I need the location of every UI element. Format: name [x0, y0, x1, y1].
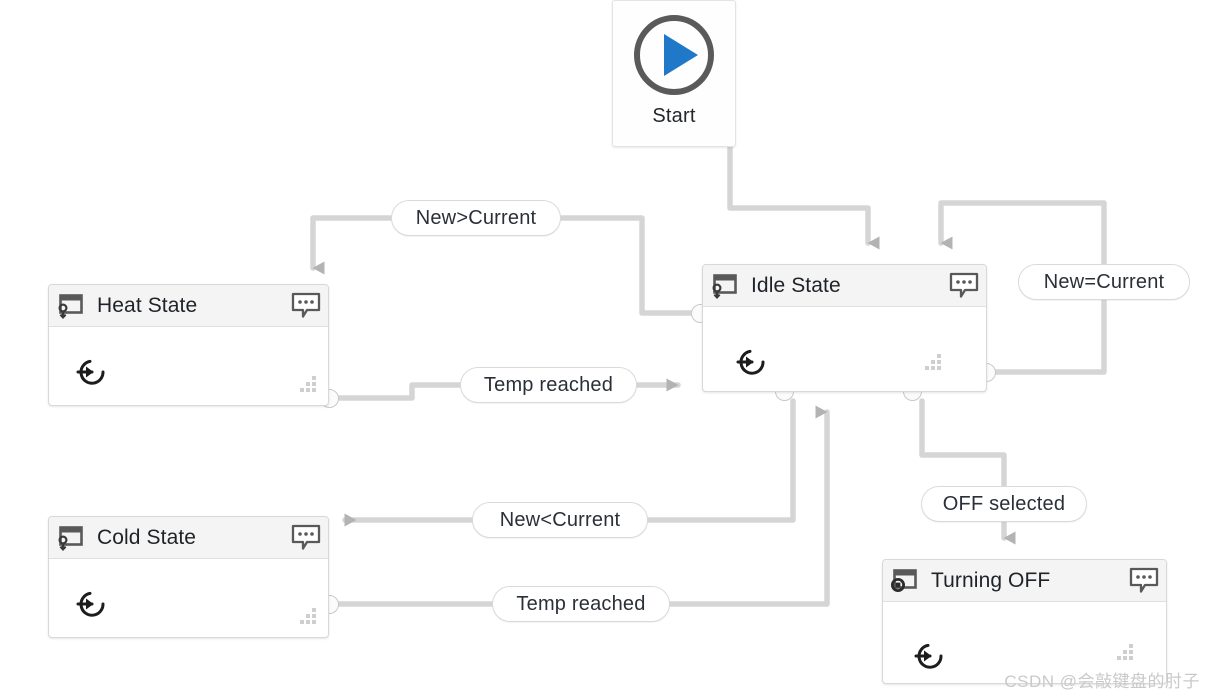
- wire-idle-to-cold: [645, 398, 796, 523]
- resize-grip-icon[interactable]: [1116, 643, 1134, 661]
- transition-label-temp-reached-heat[interactable]: Temp reached: [460, 367, 637, 403]
- wire-idle-to-heat-left: [558, 215, 703, 316]
- state-window-stop-icon: [890, 567, 920, 595]
- entry-point-icon: [75, 587, 109, 621]
- wire-idle-selfloop-out: [992, 297, 1107, 375]
- state-body-cold: [49, 559, 328, 637]
- state-window-pin-icon: [710, 272, 740, 300]
- state-box-idle[interactable]: Idle State: [702, 264, 987, 392]
- wire-newgt-to-heat: [310, 215, 394, 275]
- state-box-cold[interactable]: Cold State: [48, 516, 329, 638]
- resize-grip-icon[interactable]: [299, 375, 317, 393]
- transition-label-new-equals-current[interactable]: New=Current: [1018, 264, 1190, 300]
- entry-point-icon: [913, 639, 947, 673]
- transition-label-off-selected[interactable]: OFF selected: [921, 486, 1087, 522]
- start-node[interactable]: Start: [612, 0, 736, 147]
- wire-tempreached2-to-idle: [667, 405, 830, 607]
- state-body-idle: [703, 307, 986, 391]
- state-title-bar-idle: Idle State: [703, 265, 986, 307]
- start-node-label: Start: [652, 105, 696, 127]
- state-name-turning-off: Turning OFF: [931, 568, 1051, 592]
- state-window-pin-icon: [56, 292, 86, 320]
- comment-bubble-icon[interactable]: [949, 272, 979, 298]
- comment-bubble-icon[interactable]: [291, 292, 321, 318]
- comment-bubble-icon[interactable]: [1129, 567, 1159, 593]
- wire-start-to-idle: [727, 144, 880, 250]
- state-body-heat: [49, 327, 328, 405]
- resize-grip-icon[interactable]: [924, 353, 942, 371]
- state-title-bar-heat: Heat State: [49, 285, 328, 327]
- transition-label-temp-reached-cold[interactable]: Temp reached: [492, 586, 670, 622]
- state-name-heat: Heat State: [97, 293, 198, 317]
- state-name-idle: Idle State: [751, 273, 841, 297]
- play-circle-icon: [631, 12, 717, 103]
- resize-grip-icon[interactable]: [299, 607, 317, 625]
- state-window-pin-icon: [56, 524, 86, 552]
- comment-bubble-icon[interactable]: [291, 524, 321, 550]
- transition-label-new-less-current[interactable]: New<Current: [472, 502, 648, 538]
- entry-point-icon: [735, 345, 769, 379]
- state-title-bar-turning-off: Turning OFF: [883, 560, 1166, 602]
- wire-idle-selfloop-in: [938, 200, 1107, 267]
- entry-point-icon: [75, 355, 109, 389]
- state-name-cold: Cold State: [97, 525, 197, 549]
- wire-idle-to-off: [919, 398, 1007, 489]
- wire-heat-to-tempreached: [336, 382, 463, 401]
- state-title-bar-cold: Cold State: [49, 517, 328, 559]
- state-box-turning-off[interactable]: Turning OFF: [882, 559, 1167, 684]
- transition-label-new-greater-current[interactable]: New>Current: [391, 200, 561, 236]
- state-box-heat[interactable]: Heat State: [48, 284, 329, 406]
- watermark-text: CSDN @会敲键盘的肘子: [1004, 672, 1200, 691]
- state-machine-canvas: Start Heat State Idle State Cold State T…: [0, 0, 1212, 698]
